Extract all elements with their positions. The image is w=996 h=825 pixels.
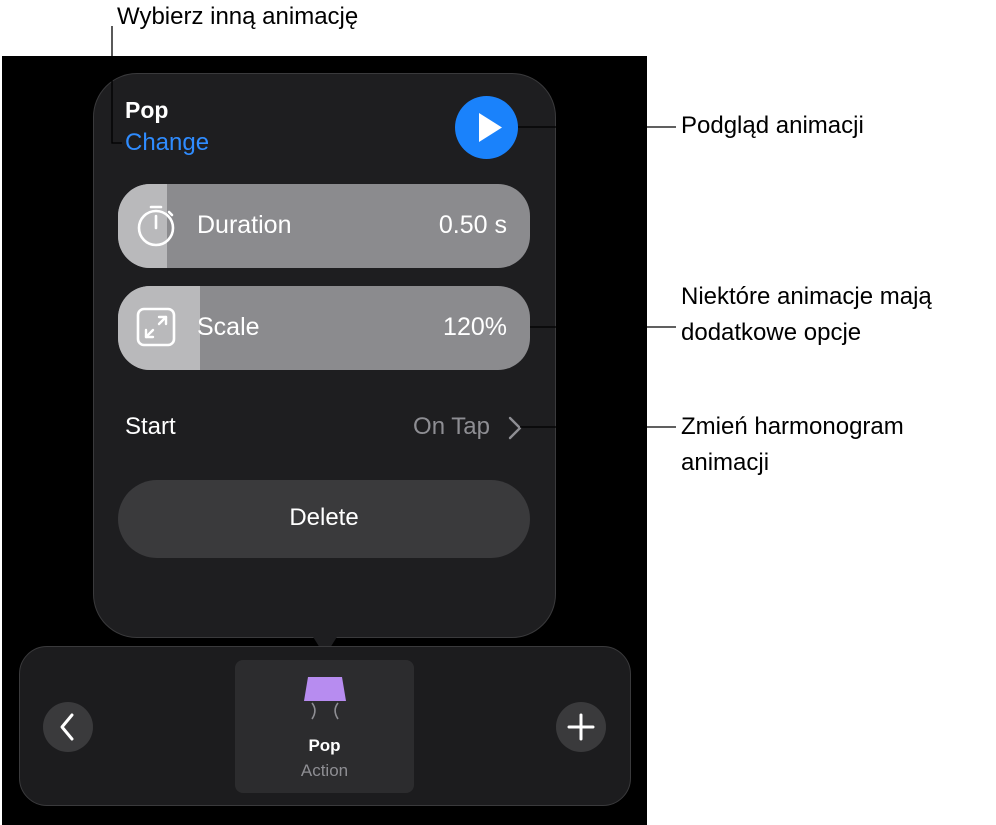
callout-preview-animation: Podgląd animacji [681,112,864,139]
callout-extra-options: Niektóre animacje mają dodatkowe opcje [681,283,932,346]
callout-change-schedule: Zmień harmonogram animacji [681,413,904,476]
callout-change-animation: Wybierz inną animację [117,3,359,30]
